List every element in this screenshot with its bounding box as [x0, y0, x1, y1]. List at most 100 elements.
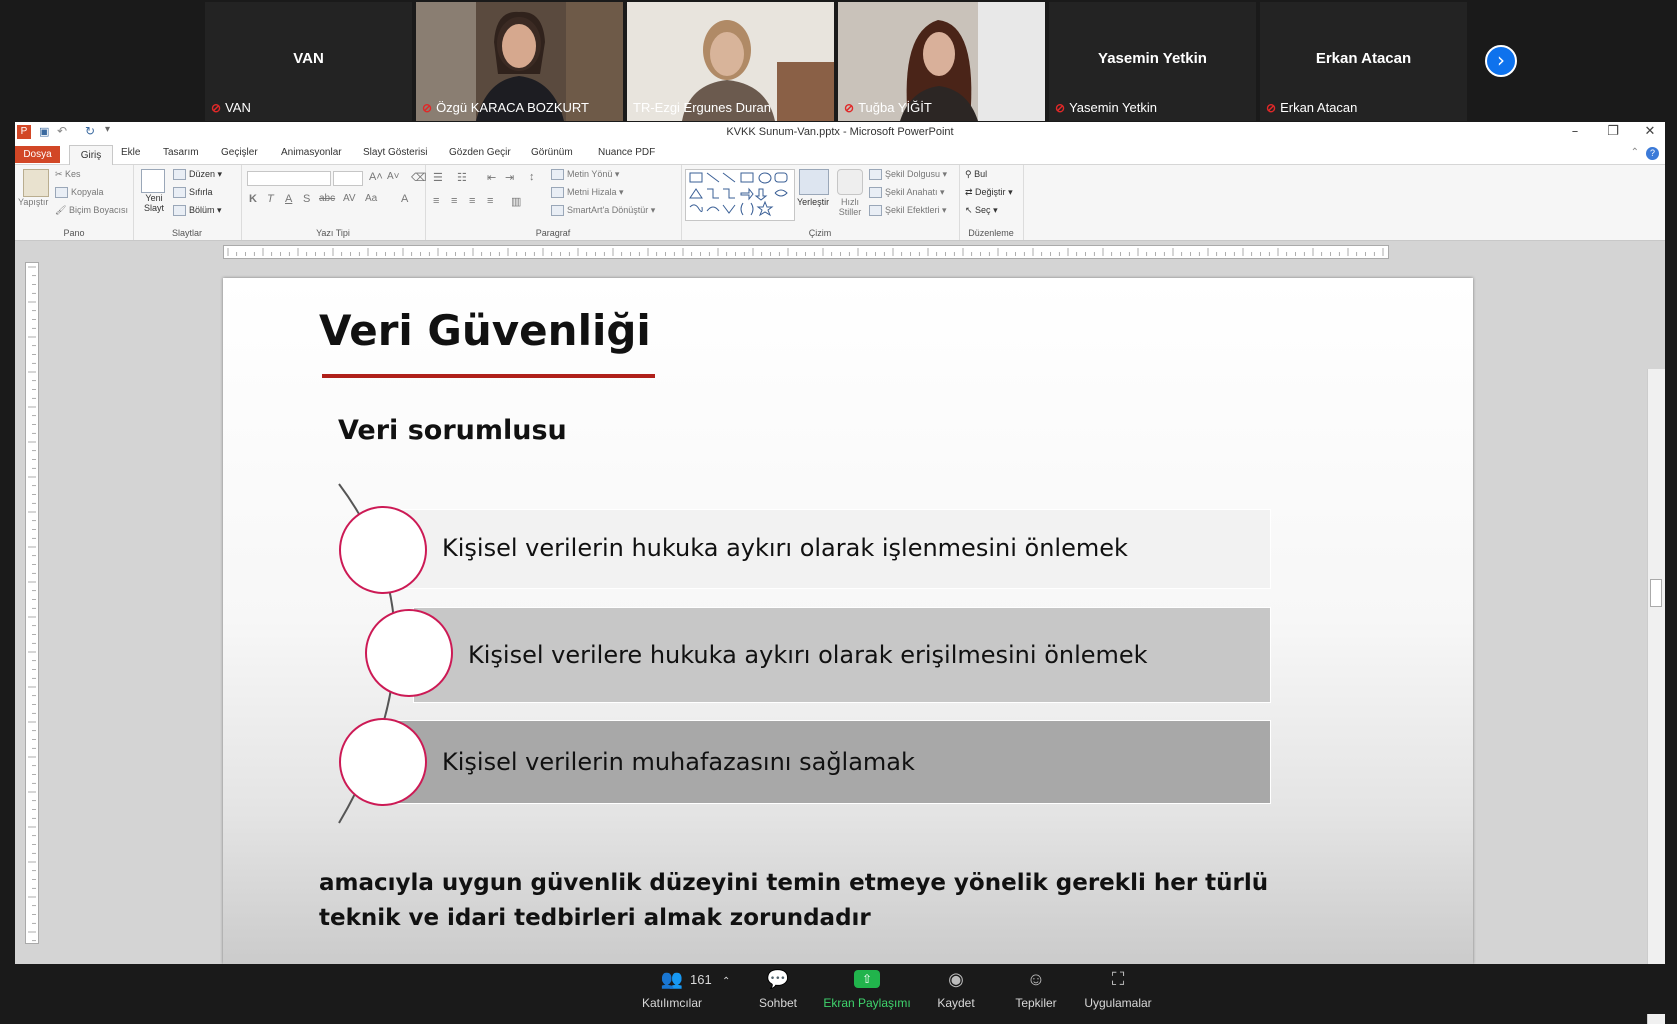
ribbon: Yapıştır ✂ Kes Kopyala 🖌 Biçim Boyacısı …: [15, 165, 1665, 241]
layout-button[interactable]: Düzen ▾: [173, 169, 222, 181]
select-button[interactable]: ↖ Seç ▾: [965, 205, 998, 216]
tab-animasyonlar[interactable]: Animasyonlar: [281, 147, 342, 158]
tab-gozden-gecir[interactable]: Gözden Geçir: [449, 147, 511, 158]
tab-slayt-gosterisi[interactable]: Slayt Gösterisi: [363, 147, 427, 158]
collapse-ribbon-icon[interactable]: ⌃: [1631, 147, 1639, 158]
participant-strip: VAN ⊘ VAN ⊘ Özgü KARACA BOZKURT TR-Ezgi Er…: [0, 0, 1677, 121]
participant-tile[interactable]: Yasemin Yetkin ⊘ Yasemin Yetkin: [1049, 2, 1256, 121]
shadow-icon[interactable]: S: [303, 193, 310, 205]
font-size-select[interactable]: [333, 171, 363, 186]
cut-button[interactable]: ✂ Kes: [55, 169, 81, 180]
shape-outline-button[interactable]: Şekil Anahatı ▾: [869, 187, 945, 199]
decrease-indent-icon[interactable]: ⇤: [487, 171, 496, 184]
bold-icon[interactable]: K: [249, 193, 257, 205]
grow-font-icon[interactable]: A˄: [369, 171, 383, 183]
closing-text[interactable]: amacıyla uygun güvenlik düzeyini temin e…: [319, 866, 1319, 936]
participant-tile[interactable]: ⊘ Özgü KARACA BOZKURT: [416, 2, 623, 121]
participant-tile[interactable]: ⊘ Tuğba YİĞİT: [838, 2, 1045, 121]
chat-button[interactable]: 💬 Sohbet: [752, 968, 804, 1010]
participant-tile-active[interactable]: TR-Ezgi Ergunes Duran: [627, 2, 834, 121]
title-bar: P ▣ ↶ ↻ ▾ KVKK Sunum-Van.pptx - Microsof…: [15, 122, 1665, 144]
layout-icon: [173, 169, 186, 181]
tab-ekle[interactable]: Ekle: [121, 147, 140, 158]
tab-gecisler[interactable]: Geçişler: [221, 147, 258, 158]
arrange-icon: [799, 169, 829, 195]
list-item-text[interactable]: Kişisel verilerin muhafazasını sağlamak: [442, 748, 915, 776]
participant-tile[interactable]: VAN ⊘ VAN: [205, 2, 412, 121]
participant-label: Yasemin Yetkin: [1069, 100, 1157, 115]
mic-muted-icon: ⊘: [1055, 100, 1066, 115]
close-button[interactable]: ✕: [1635, 124, 1665, 142]
reactions-button[interactable]: ☺ Tepkiler: [1008, 968, 1064, 1010]
shapes-gallery[interactable]: [685, 169, 795, 221]
chevron-up-icon[interactable]: ⌃: [722, 976, 730, 987]
tab-gorunum[interactable]: Görünüm: [531, 147, 573, 158]
tab-nuance-pdf[interactable]: Nuance PDF: [598, 147, 655, 158]
apps-icon: ⛶: [1111, 969, 1125, 989]
participant-name: VAN: [293, 50, 324, 67]
text-direction-button[interactable]: Metin Yönü ▾: [551, 169, 619, 181]
align-text-button[interactable]: Metni Hizala ▾: [551, 187, 624, 199]
align-left-icon[interactable]: ≡: [433, 195, 439, 207]
shrink-font-icon[interactable]: A˅: [387, 171, 400, 182]
copy-icon: [55, 187, 68, 199]
tab-dosya[interactable]: Dosya: [15, 146, 60, 163]
list-item-text[interactable]: Kişisel verilerin hukuka aykırı olarak i…: [442, 534, 1128, 562]
format-painter-button[interactable]: 🖌 Biçim Boyacısı: [55, 205, 128, 216]
meeting-toolbar: 👥 Katılımcılar 161 ⌃ 💬 Sohbet ⇧ Ekran Pa…: [0, 964, 1677, 1014]
list-item-circle: [365, 609, 453, 697]
share-screen-button[interactable]: ⇧ Ekran Paylaşımı: [822, 968, 912, 1010]
bullets-icon[interactable]: ☰: [433, 171, 443, 184]
group-label: Yazı Tipi: [316, 228, 350, 238]
find-button[interactable]: ⚲ Bul: [965, 169, 987, 180]
align-center-icon[interactable]: ≡: [451, 195, 457, 207]
new-slide-button[interactable]: Yeni Slayt: [137, 193, 171, 213]
share-screen-label: Ekran Paylaşımı: [823, 996, 911, 1010]
window-title: KVKK Sunum-Van.pptx - Microsoft PowerPoi…: [726, 126, 954, 138]
strikethrough-icon[interactable]: abc: [319, 193, 335, 204]
reactions-label: Tepkiler: [1015, 996, 1057, 1010]
tab-giris[interactable]: Giriş: [69, 145, 113, 165]
underline-icon[interactable]: A: [285, 193, 292, 205]
list-item-text[interactable]: Kişisel verilere hukuka aykırı olarak er…: [468, 641, 1148, 669]
slide-canvas[interactable]: Veri Güvenliği Veri sorumlusu Kişisel ve…: [223, 278, 1473, 964]
new-slide-icon: [141, 169, 165, 193]
participant-tile[interactable]: Erkan Atacan ⊘ Erkan Atacan: [1260, 2, 1467, 121]
columns-icon[interactable]: ▥: [511, 195, 521, 208]
scrollbar-thumb[interactable]: [1650, 579, 1662, 607]
shape-fill-button[interactable]: Şekil Dolgusu ▾: [869, 169, 947, 181]
copy-button[interactable]: Kopyala: [55, 187, 104, 199]
font-name-select[interactable]: [247, 171, 331, 186]
replace-button[interactable]: ⇄ Değiştir ▾: [965, 187, 1013, 198]
align-right-icon[interactable]: ≡: [469, 195, 475, 207]
reset-icon: [173, 187, 186, 199]
horizontal-ruler: [223, 245, 1389, 259]
reset-button[interactable]: Sıfırla: [173, 187, 213, 199]
tab-tasarim[interactable]: Tasarım: [163, 147, 199, 158]
arrange-button[interactable]: Yerleştir: [797, 197, 829, 207]
quick-styles-button[interactable]: Hızlı Stiller: [835, 197, 865, 217]
apps-button[interactable]: ⛶ Uygulamalar: [1080, 968, 1156, 1010]
vertical-scrollbar[interactable]: [1647, 369, 1665, 1024]
numbering-icon[interactable]: ☷: [457, 171, 467, 184]
group-label: Slaytlar: [171, 228, 202, 238]
help-icon[interactable]: ?: [1646, 147, 1659, 160]
font-color-icon[interactable]: A: [401, 193, 408, 205]
char-spacing-icon[interactable]: AV: [343, 193, 356, 204]
minimize-button[interactable]: –: [1560, 124, 1590, 142]
increase-indent-icon[interactable]: ⇥: [505, 171, 514, 184]
cursor-icon: ↖: [965, 205, 976, 215]
shape-effects-button[interactable]: Şekil Efektleri ▾: [869, 205, 947, 217]
next-page-button[interactable]: ›: [1485, 45, 1517, 77]
smartart-button[interactable]: SmartArt'a Dönüştür ▾: [551, 205, 655, 217]
smiley-icon: ☺: [1026, 969, 1046, 989]
italic-icon[interactable]: T: [267, 193, 274, 205]
justify-icon[interactable]: ≡: [487, 195, 493, 207]
restore-button[interactable]: ❐: [1598, 124, 1628, 142]
participants-count: 161: [690, 972, 712, 987]
section-button[interactable]: Bölüm ▾: [173, 205, 222, 217]
change-case-icon[interactable]: Aa: [365, 193, 377, 204]
record-button[interactable]: ◉ Kaydet: [928, 968, 984, 1010]
paste-button[interactable]: Yapıştır: [18, 197, 48, 207]
line-spacing-icon[interactable]: ↕: [529, 171, 535, 183]
